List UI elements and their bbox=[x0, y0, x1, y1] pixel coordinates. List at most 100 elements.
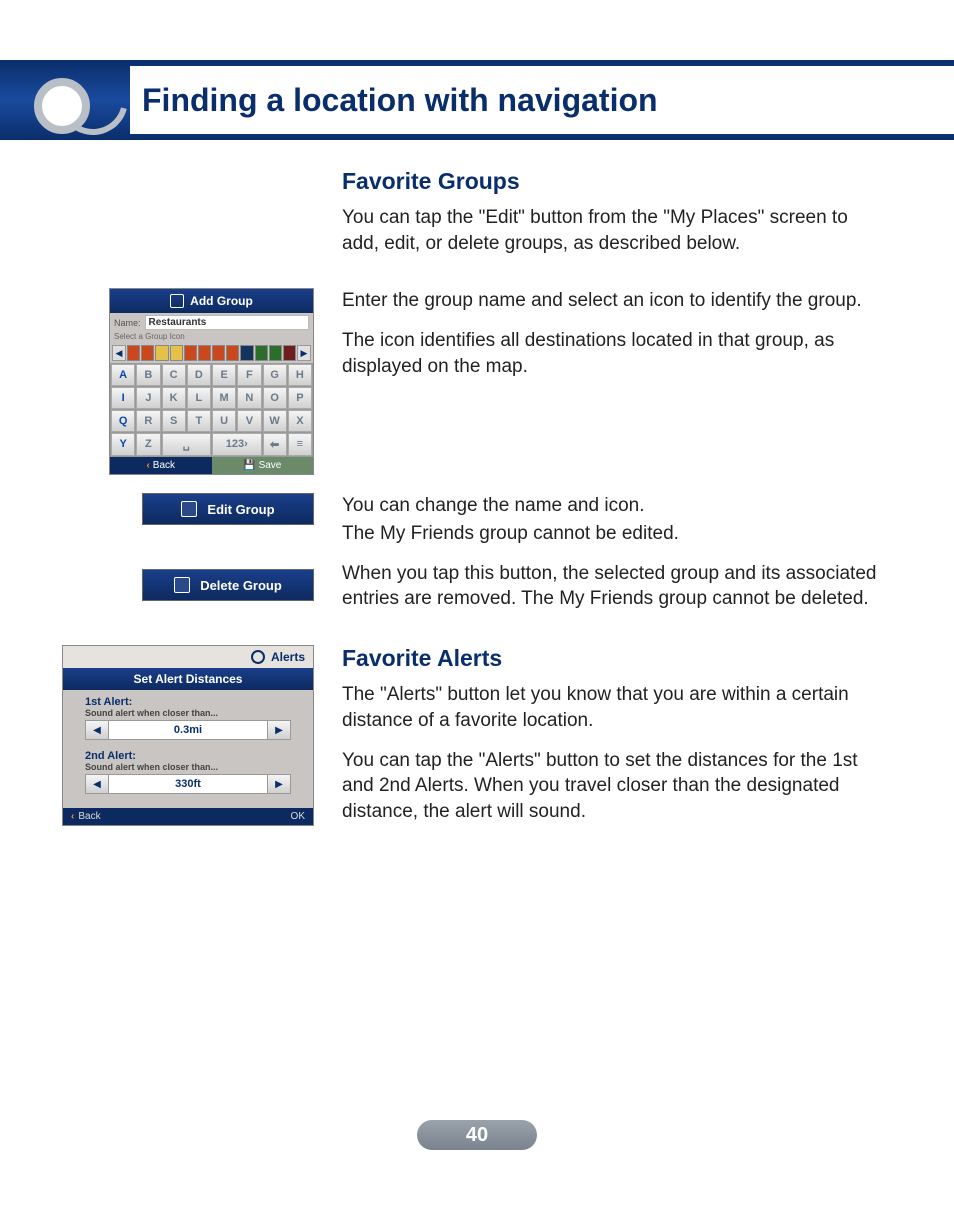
edit-group-desc-2: The My Friends group cannot be edited. bbox=[342, 521, 890, 547]
edit-group-desc-1: You can change the name and icon. bbox=[342, 493, 890, 519]
save-label: Save bbox=[259, 460, 282, 471]
add-group-name-label: Name: bbox=[114, 318, 141, 328]
group-icon-option[interactable] bbox=[155, 345, 168, 361]
keyboard-key[interactable]: N bbox=[237, 387, 261, 409]
add-group-title-icon bbox=[170, 294, 184, 308]
group-icon-option[interactable] bbox=[170, 345, 183, 361]
favorite-alerts-p1: The "Alerts" button let you know that yo… bbox=[342, 682, 890, 733]
keyboard-key[interactable]: D bbox=[187, 364, 211, 386]
keyboard-key[interactable]: L bbox=[187, 387, 211, 409]
keyboard-key[interactable]: C bbox=[162, 364, 186, 386]
group-icon-option[interactable] bbox=[255, 345, 268, 361]
select-icon-label: Select a Group Icon bbox=[110, 332, 313, 343]
favorite-alerts-heading: Favorite Alerts bbox=[342, 645, 890, 672]
add-group-title: Add Group bbox=[110, 289, 313, 313]
keyboard-key[interactable]: O bbox=[263, 387, 287, 409]
header-circle-icon bbox=[34, 78, 90, 134]
page-number: 40 bbox=[417, 1120, 537, 1150]
keyboard-key[interactable]: Y bbox=[111, 433, 135, 456]
keyboard-key[interactable]: E bbox=[212, 364, 236, 386]
alerts-icon bbox=[251, 650, 265, 664]
add-group-name-input[interactable] bbox=[145, 315, 309, 330]
alerts-back-label: Back bbox=[78, 811, 100, 822]
alert1-label: 1st Alert: bbox=[85, 696, 291, 708]
keyboard-key[interactable]: A bbox=[111, 364, 135, 386]
keyboard-key[interactable]: J bbox=[136, 387, 160, 409]
group-icon-option[interactable] bbox=[269, 345, 282, 361]
keyboard-key[interactable]: W bbox=[263, 410, 287, 432]
alert2-value: 330ft bbox=[109, 774, 267, 794]
alerts-tab-label: Alerts bbox=[271, 650, 305, 664]
keyboard-key[interactable]: T bbox=[187, 410, 211, 432]
add-group-save-button[interactable]: 💾 Save bbox=[212, 457, 314, 474]
add-group-back-button[interactable]: ‹ Back bbox=[110, 457, 212, 474]
group-icon-option[interactable] bbox=[212, 345, 225, 361]
keyboard-key[interactable]: P bbox=[288, 387, 312, 409]
onscreen-keyboard: ABCDEFGH IJKLMNOP QRSTUVWX YZ␣123›⬅≡ bbox=[110, 363, 313, 457]
alert2-label: 2nd Alert: bbox=[85, 750, 291, 762]
alert1-value: 0.3mi bbox=[109, 720, 267, 740]
add-group-desc-2: The icon identifies all destinations loc… bbox=[342, 328, 890, 379]
keyboard-key[interactable]: Q bbox=[111, 410, 135, 432]
keyboard-key[interactable]: ≡ bbox=[288, 433, 312, 456]
keyboard-key[interactable]: V bbox=[237, 410, 261, 432]
alert1-decrease-button[interactable]: ◀ bbox=[85, 720, 109, 740]
keyboard-key[interactable]: G bbox=[263, 364, 287, 386]
keyboard-key[interactable]: B bbox=[136, 364, 160, 386]
icon-strip: ◀ ▶ bbox=[110, 343, 313, 363]
keyboard-key[interactable]: H bbox=[288, 364, 312, 386]
chevron-left-icon: ‹ bbox=[71, 811, 74, 822]
set-alert-title: Set Alert Distances bbox=[63, 668, 313, 690]
keyboard-key[interactable]: M bbox=[212, 387, 236, 409]
keyboard-key[interactable]: R bbox=[136, 410, 160, 432]
group-icon-option[interactable] bbox=[127, 345, 140, 361]
favorite-groups-intro: You can tap the "Edit" button from the "… bbox=[342, 205, 890, 256]
keyboard-key[interactable]: 123› bbox=[212, 433, 262, 456]
header-bar: Finding a location with navigation bbox=[0, 60, 954, 140]
group-icon-option[interactable] bbox=[198, 345, 211, 361]
add-group-title-text: Add Group bbox=[190, 294, 253, 308]
header-bar-inner: Finding a location with navigation bbox=[130, 66, 954, 134]
disk-icon: 💾 bbox=[243, 460, 255, 471]
keyboard-key[interactable]: I bbox=[111, 387, 135, 409]
keyboard-key[interactable]: ␣ bbox=[162, 433, 212, 456]
favorite-alerts-p2: You can tap the "Alerts" button to set t… bbox=[342, 748, 890, 825]
group-icon-option[interactable] bbox=[184, 345, 197, 361]
back-label: Back bbox=[153, 460, 175, 471]
page-title: Finding a location with navigation bbox=[142, 82, 658, 119]
delete-group-button[interactable]: Delete Group bbox=[142, 569, 314, 601]
keyboard-key[interactable]: U bbox=[212, 410, 236, 432]
alert1-increase-button[interactable]: ▶ bbox=[267, 720, 291, 740]
delete-group-desc: When you tap this button, the selected g… bbox=[342, 561, 890, 612]
alert2-sub: Sound alert when closer than... bbox=[85, 762, 291, 772]
group-icon-option[interactable] bbox=[240, 345, 253, 361]
alert1-sub: Sound alert when closer than... bbox=[85, 708, 291, 718]
group-icon-option[interactable] bbox=[141, 345, 154, 361]
alerts-tab[interactable]: Alerts bbox=[63, 646, 313, 668]
keyboard-key[interactable]: F bbox=[237, 364, 261, 386]
alerts-ok-button[interactable]: OK bbox=[291, 811, 305, 822]
edit-group-button[interactable]: Edit Group bbox=[142, 493, 314, 525]
alerts-back-button[interactable]: ‹ Back bbox=[71, 811, 101, 822]
group-icon-option[interactable] bbox=[283, 345, 296, 361]
delete-icon bbox=[174, 577, 190, 593]
keyboard-key[interactable]: ⬅ bbox=[263, 433, 287, 456]
edit-group-label: Edit Group bbox=[207, 502, 274, 517]
group-icon-option[interactable] bbox=[226, 345, 239, 361]
favorite-groups-heading: Favorite Groups bbox=[342, 168, 890, 195]
chevron-left-icon: ‹ bbox=[146, 460, 149, 471]
page-header: Finding a location with navigation bbox=[0, 0, 954, 140]
alerts-panel: Alerts Set Alert Distances 1st Alert: So… bbox=[62, 645, 314, 826]
icon-next-button[interactable]: ▶ bbox=[297, 345, 311, 361]
alert2-decrease-button[interactable]: ◀ bbox=[85, 774, 109, 794]
keyboard-key[interactable]: Z bbox=[136, 433, 160, 456]
icon-prev-button[interactable]: ◀ bbox=[112, 345, 126, 361]
keyboard-key[interactable]: X bbox=[288, 410, 312, 432]
alert2-increase-button[interactable]: ▶ bbox=[267, 774, 291, 794]
edit-icon bbox=[181, 501, 197, 517]
keyboard-key[interactable]: K bbox=[162, 387, 186, 409]
delete-group-label: Delete Group bbox=[200, 578, 282, 593]
keyboard-key[interactable]: S bbox=[162, 410, 186, 432]
add-group-panel: Add Group Name: Select a Group Icon ◀ ▶ … bbox=[109, 288, 314, 475]
add-group-desc-1: Enter the group name and select an icon … bbox=[342, 288, 890, 314]
